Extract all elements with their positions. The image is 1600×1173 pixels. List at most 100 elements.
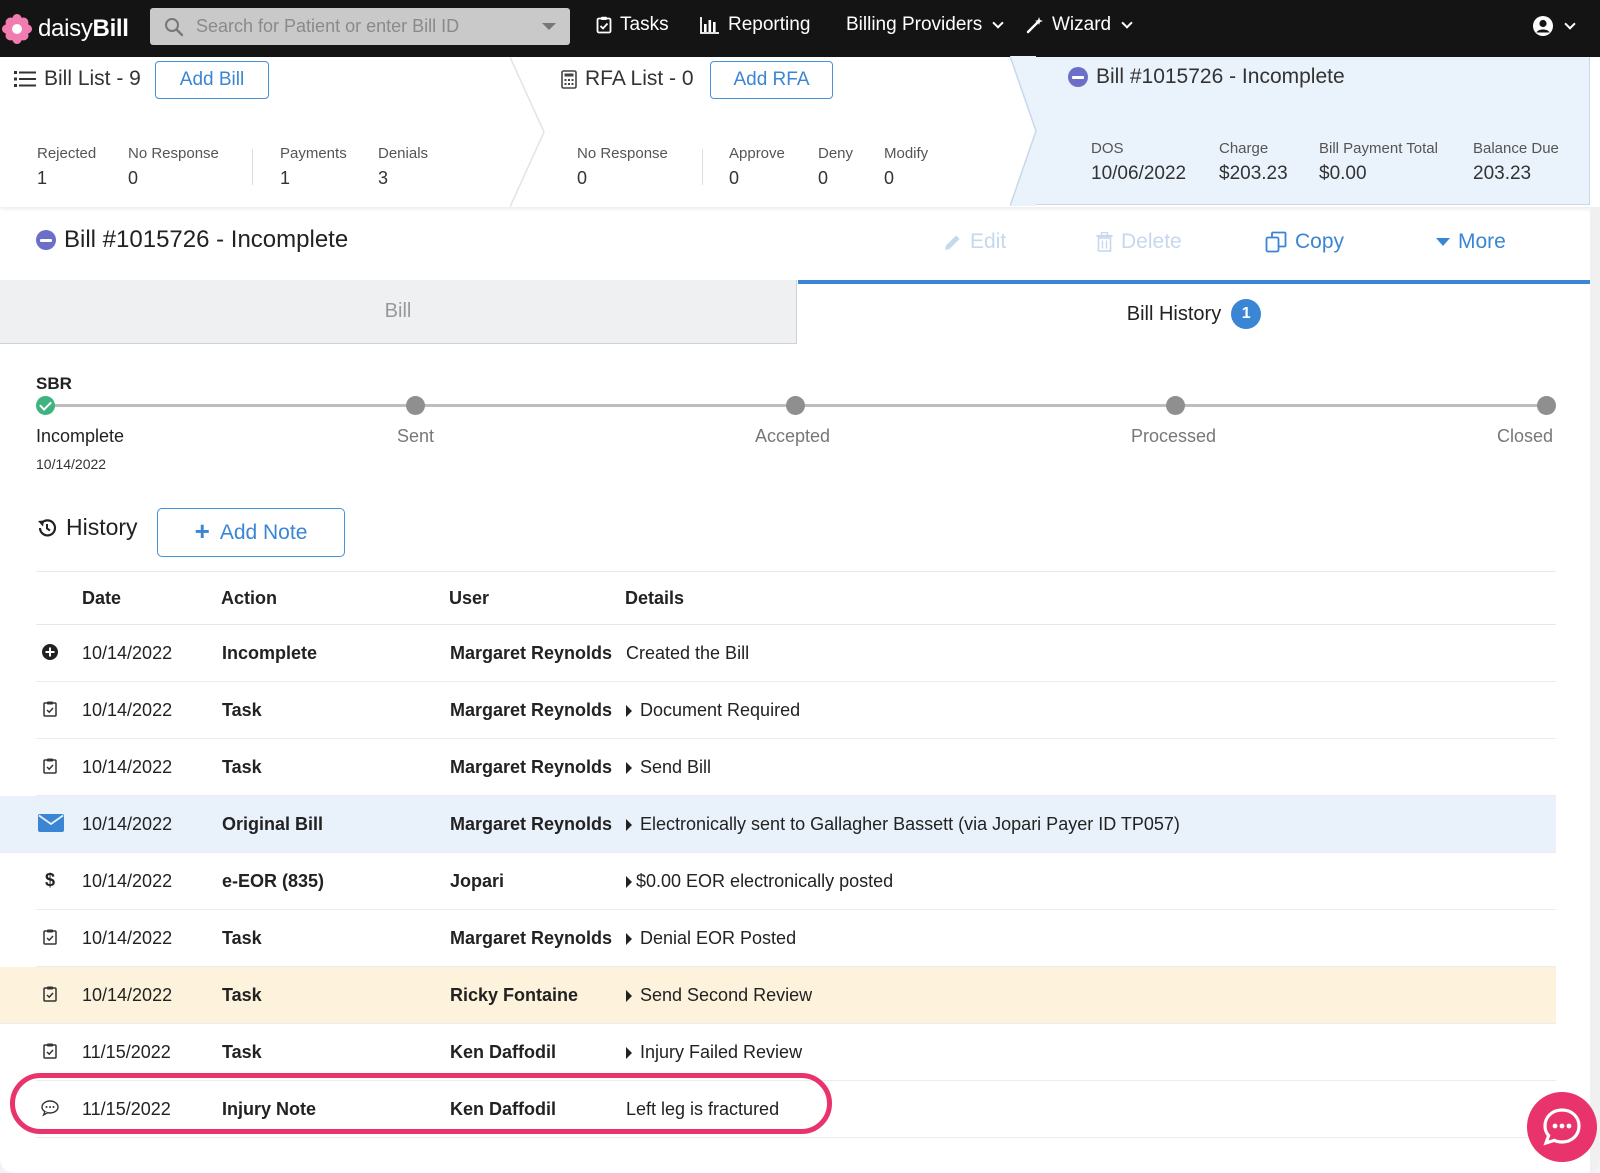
page-title: Bill #1015726 - Incomplete <box>36 226 348 254</box>
copy-button[interactable]: Copy <box>1265 230 1344 254</box>
rfa-list-title[interactable]: RFA List - 0 <box>561 67 694 91</box>
row-details: Created the Bill <box>626 643 749 664</box>
expand-caret-icon[interactable] <box>626 989 632 1002</box>
expand-caret-icon[interactable] <box>626 818 632 831</box>
user-menu[interactable] <box>1532 15 1576 37</box>
progress-label: SBR <box>36 374 72 393</box>
stat-approve[interactable]: Approve 0 <box>729 145 785 189</box>
table-row[interactable]: $ 10/14/2022 e-EOR (835) Jopari $0.00 EO… <box>36 853 1556 910</box>
row-date: 10/14/2022 <box>82 757 173 777</box>
expand-caret-icon[interactable] <box>626 704 632 717</box>
divider <box>702 149 703 185</box>
daisy-flower-icon <box>2 13 32 44</box>
stage-label-processed: Processed <box>1131 426 1217 446</box>
tab-bill-label: Bill <box>384 300 412 322</box>
row-action: Original Bill <box>222 814 324 834</box>
row-details[interactable]: Send Bill <box>626 757 711 778</box>
row-details-text: Injury Failed Review <box>640 1042 803 1062</box>
stat-payments[interactable]: Payments 1 <box>280 145 347 189</box>
stat-balance-due: Balance Due 203.23 <box>1473 140 1559 185</box>
row-date: 10/14/2022 <box>82 814 173 834</box>
table-row[interactable]: 10/14/2022 Original Bill Margaret Reynol… <box>0 796 1556 853</box>
nav-wizard[interactable]: Wizard <box>1026 14 1133 36</box>
column-header-details[interactable]: Details <box>625 588 684 609</box>
row-details[interactable]: Injury Failed Review <box>626 1042 802 1063</box>
expand-caret-icon[interactable] <box>626 761 632 774</box>
current-bill-title[interactable]: Bill #1015726 - Incomplete <box>1068 65 1345 89</box>
stage-dot <box>786 396 805 415</box>
stat-value: 1 <box>280 168 291 188</box>
row-details-text: Denial EOR Posted <box>640 928 797 948</box>
stat-rfa-no-response[interactable]: No Response 0 <box>577 145 668 189</box>
edit-button[interactable]: Edit <box>943 230 1006 254</box>
row-user: Ricky Fontaine <box>450 985 579 1005</box>
table-header: Date Action User Details <box>36 571 1556 625</box>
dollar-icon: $ <box>45 870 55 890</box>
delete-button[interactable]: Delete <box>1096 230 1182 254</box>
stat-rejected[interactable]: Rejected 1 <box>37 145 96 189</box>
plus-icon: + <box>194 516 210 546</box>
table-row[interactable]: 10/14/2022 Task Margaret Reynolds Denial… <box>36 910 1556 967</box>
chat-bubble-icon <box>1543 1108 1581 1146</box>
row-action: Task <box>222 1042 262 1062</box>
table-row[interactable]: 10/14/2022 Incomplete Margaret Reynolds … <box>36 625 1556 682</box>
table-row[interactable]: 10/14/2022 Task Margaret Reynolds Docume… <box>36 682 1556 739</box>
bill-list-title[interactable]: Bill List - 9 <box>14 67 141 91</box>
stat-label: Payments <box>280 145 347 162</box>
copy-icon <box>1265 231 1287 253</box>
stat-dos: DOS 10/06/2022 <box>1091 140 1186 185</box>
chat-support-button[interactable] <box>1527 1092 1597 1162</box>
more-button[interactable]: More <box>1436 230 1506 254</box>
expand-caret-icon[interactable] <box>626 932 632 945</box>
row-details-text: $0.00 EOR electronically posted <box>636 871 894 891</box>
add-note-button[interactable]: + Add Note <box>157 508 345 557</box>
add-bill-button[interactable]: Add Bill <box>155 61 269 99</box>
brand-name-light: daisy <box>38 14 93 42</box>
row-details[interactable]: Electronically sent to Gallagher Bassett… <box>626 814 1180 835</box>
row-action: Task <box>222 700 262 720</box>
table-row[interactable]: 10/14/2022 Task Ricky Fontaine Send Seco… <box>0 967 1556 1024</box>
row-details[interactable]: Denial EOR Posted <box>626 928 796 949</box>
stat-denials[interactable]: Denials 3 <box>378 145 428 189</box>
nav-reporting-label: Reporting <box>728 14 811 35</box>
nav-tasks[interactable]: Tasks <box>596 14 669 36</box>
chevron-down-icon <box>1121 16 1133 29</box>
row-details[interactable]: Document Required <box>626 700 800 721</box>
column-header-date[interactable]: Date <box>82 588 121 609</box>
row-user: Margaret Reynolds <box>450 928 613 948</box>
expand-caret-icon[interactable] <box>626 1046 632 1059</box>
daisybill-logo[interactable]: daisyBill <box>2 13 142 44</box>
row-details[interactable]: Send Second Review <box>626 985 812 1006</box>
column-header-action[interactable]: Action <box>221 588 277 609</box>
stat-deny[interactable]: Deny 0 <box>818 145 853 189</box>
row-action: Incomplete <box>222 643 318 663</box>
task-icon <box>43 758 57 774</box>
search-dropdown-caret-icon[interactable] <box>542 23 556 30</box>
stat-value: 0 <box>577 168 588 188</box>
scrollbar[interactable] <box>1590 207 1600 1173</box>
user-circle-icon <box>1533 16 1553 36</box>
expand-caret-icon[interactable] <box>626 875 632 888</box>
divider <box>252 149 253 185</box>
stage-complete-check-icon <box>36 396 55 415</box>
stat-value: 203.23 <box>1473 163 1532 184</box>
row-details[interactable]: $0.00 EOR electronically posted <box>626 871 893 892</box>
search-input[interactable]: Search for Patient or enter Bill ID <box>150 8 570 45</box>
table-row[interactable]: 10/14/2022 Task Margaret Reynolds Send B… <box>36 739 1556 796</box>
stat-value: $203.23 <box>1219 163 1288 184</box>
stage-date: 10/14/2022 <box>36 456 107 472</box>
nav-reporting[interactable]: Reporting <box>700 14 810 36</box>
stat-modify[interactable]: Modify 0 <box>884 145 928 189</box>
add-rfa-button[interactable]: Add RFA <box>710 61 833 99</box>
row-date: 11/15/2022 <box>82 1042 171 1062</box>
history-icon <box>38 518 57 536</box>
row-user: Margaret Reynolds <box>450 643 613 663</box>
tab-bill[interactable]: Bill <box>0 280 797 344</box>
bar-chart-icon <box>700 17 719 34</box>
column-header-user[interactable]: User <box>449 588 489 609</box>
stage-dot <box>1166 396 1185 415</box>
stat-bill-payment-total: Bill Payment Total $0.00 <box>1319 140 1438 185</box>
nav-billing-providers[interactable]: Billing Providers <box>846 14 1004 36</box>
tab-bill-history[interactable]: Bill History 1 <box>798 280 1590 344</box>
stat-no-response[interactable]: No Response 0 <box>128 145 219 189</box>
